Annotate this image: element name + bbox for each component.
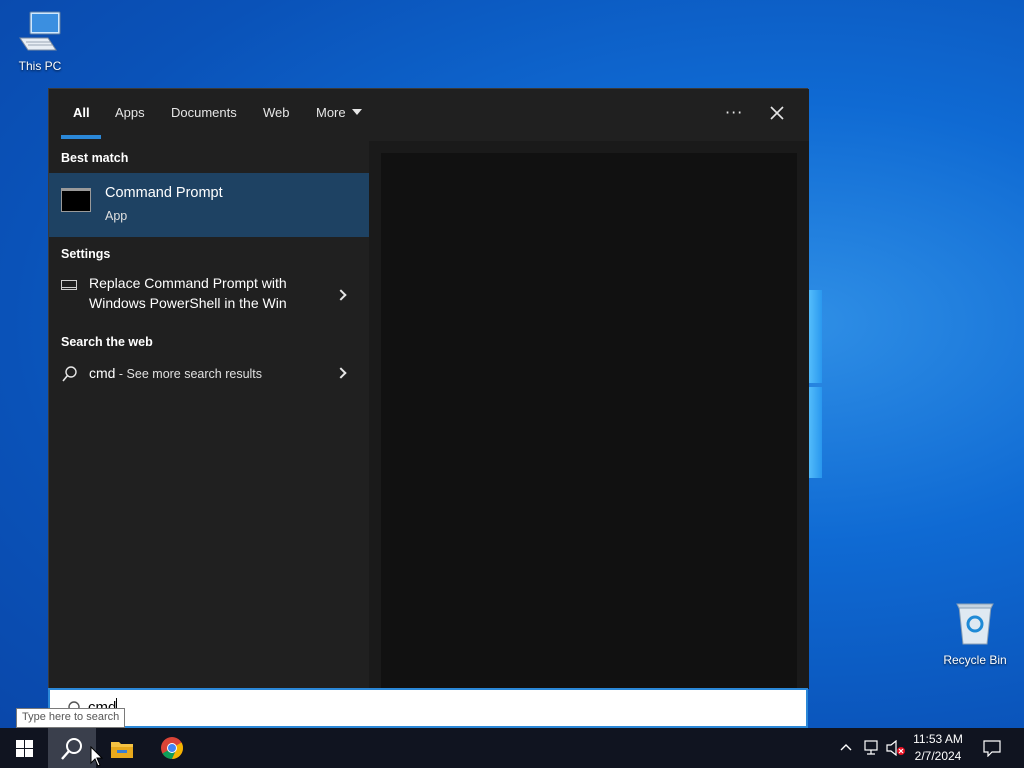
- section-best-match: Best match: [61, 151, 129, 165]
- close-icon[interactable]: [767, 103, 787, 123]
- file-explorer-button[interactable]: [98, 728, 146, 768]
- clock-time: 11:53 AM: [913, 732, 963, 746]
- chevron-right-icon[interactable]: [335, 289, 347, 301]
- preview-pane: [381, 153, 797, 689]
- caret-down-icon: [351, 109, 362, 115]
- tab-more[interactable]: More: [316, 105, 362, 120]
- computer-icon: [19, 11, 61, 51]
- desktop-icon-label: This PC: [18, 59, 62, 73]
- network-icon[interactable]: [862, 740, 880, 756]
- tab-web[interactable]: Web: [263, 105, 290, 120]
- web-query-text: cmd: [89, 365, 116, 381]
- best-match-command-prompt[interactable]: Command Prompt App: [49, 173, 369, 237]
- desktop-icon-recycle-bin[interactable]: Recycle Bin: [935, 600, 1015, 667]
- monitor-icon: [61, 280, 77, 290]
- clock-date: 2/7/2024: [914, 749, 962, 763]
- chevron-up-icon[interactable]: [840, 742, 852, 752]
- chrome-icon: [161, 737, 183, 759]
- folder-icon: [111, 742, 133, 758]
- section-settings: Settings: [61, 247, 111, 261]
- web-result-cmd[interactable]: cmd - See more search results: [49, 361, 369, 387]
- search-icon: [62, 366, 77, 382]
- more-options-button[interactable]: ···: [725, 103, 743, 122]
- windows-logo-wallpaper: [808, 290, 822, 480]
- best-match-subtitle: App: [105, 209, 128, 223]
- active-tab-indicator: [61, 135, 101, 139]
- desktop-icon-label: Recycle Bin: [943, 653, 1007, 667]
- start-button[interactable]: [0, 728, 48, 768]
- search-icon: [61, 738, 82, 760]
- search-box[interactable]: cmd: [48, 688, 808, 728]
- results-list: Best match Command Prompt App Settings R…: [49, 141, 369, 689]
- volume-muted-icon[interactable]: [886, 740, 906, 756]
- search-panel: All Apps Documents Web More ··· Best mat…: [48, 88, 809, 689]
- web-query: cmd - See more search results: [89, 365, 262, 381]
- windows-logo-icon: [16, 740, 33, 757]
- taskbar: 11:53 AM 2/7/2024: [0, 728, 1024, 768]
- search-tooltip: Type here to search: [16, 708, 126, 728]
- tab-documents[interactable]: Documents: [171, 105, 237, 120]
- tab-all[interactable]: All: [73, 105, 90, 120]
- web-more-results: - See more search results: [115, 367, 263, 381]
- setting-replace-command-prompt[interactable]: Replace Command Prompt with Windows Powe…: [49, 271, 369, 317]
- setting-line-1: Replace Command Prompt with: [89, 275, 287, 291]
- mouse-pointer-icon: [90, 746, 104, 767]
- desktop-icon-this-pc[interactable]: This PC: [0, 8, 80, 73]
- command-prompt-icon: [61, 188, 91, 212]
- section-search-web: Search the web: [61, 335, 153, 349]
- tab-more-label: More: [316, 105, 346, 120]
- taskbar-search-button[interactable]: [48, 728, 96, 768]
- recycle-bin-icon: [956, 603, 994, 645]
- notifications-icon[interactable]: [982, 739, 1002, 757]
- best-match-title: Command Prompt: [105, 185, 223, 201]
- setting-line-2: Windows PowerShell in the Win: [89, 295, 287, 311]
- system-clock[interactable]: 11:53 AM 2/7/2024: [908, 731, 968, 765]
- chevron-right-icon[interactable]: [335, 367, 347, 379]
- search-tabs: All Apps Documents Web More ···: [49, 89, 809, 141]
- chrome-button[interactable]: [148, 728, 196, 768]
- tab-apps[interactable]: Apps: [115, 105, 145, 120]
